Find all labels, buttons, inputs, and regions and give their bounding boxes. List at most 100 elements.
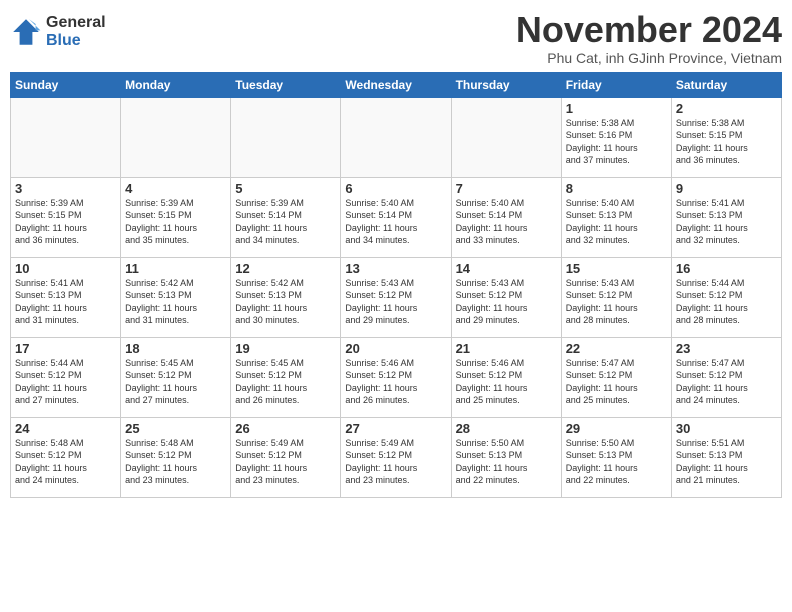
calendar-cell: 20Sunrise: 5:46 AM Sunset: 5:12 PM Dayli… (341, 337, 451, 417)
week-row-3: 17Sunrise: 5:44 AM Sunset: 5:12 PM Dayli… (11, 337, 782, 417)
day-info: Sunrise: 5:50 AM Sunset: 5:13 PM Dayligh… (566, 437, 667, 487)
day-number: 13 (345, 261, 446, 276)
calendar-cell: 11Sunrise: 5:42 AM Sunset: 5:13 PM Dayli… (121, 257, 231, 337)
month-title: November 2024 (516, 10, 782, 50)
calendar-cell: 14Sunrise: 5:43 AM Sunset: 5:12 PM Dayli… (451, 257, 561, 337)
day-info: Sunrise: 5:39 AM Sunset: 5:15 PM Dayligh… (125, 197, 226, 247)
location-subtitle: Phu Cat, inh GJinh Province, Vietnam (516, 50, 782, 66)
day-number: 30 (676, 421, 777, 436)
day-info: Sunrise: 5:40 AM Sunset: 5:13 PM Dayligh… (566, 197, 667, 247)
day-info: Sunrise: 5:47 AM Sunset: 5:12 PM Dayligh… (676, 357, 777, 407)
day-number: 1 (566, 101, 667, 116)
header-sunday: Sunday (11, 72, 121, 97)
day-info: Sunrise: 5:49 AM Sunset: 5:12 PM Dayligh… (345, 437, 446, 487)
calendar-cell: 18Sunrise: 5:45 AM Sunset: 5:12 PM Dayli… (121, 337, 231, 417)
calendar-cell (11, 97, 121, 177)
day-info: Sunrise: 5:46 AM Sunset: 5:12 PM Dayligh… (456, 357, 557, 407)
day-number: 14 (456, 261, 557, 276)
calendar-cell (451, 97, 561, 177)
calendar-cell: 5Sunrise: 5:39 AM Sunset: 5:14 PM Daylig… (231, 177, 341, 257)
day-number: 23 (676, 341, 777, 356)
calendar-cell: 30Sunrise: 5:51 AM Sunset: 5:13 PM Dayli… (671, 417, 781, 497)
day-info: Sunrise: 5:42 AM Sunset: 5:13 PM Dayligh… (125, 277, 226, 327)
calendar-cell: 10Sunrise: 5:41 AM Sunset: 5:13 PM Dayli… (11, 257, 121, 337)
day-info: Sunrise: 5:39 AM Sunset: 5:14 PM Dayligh… (235, 197, 336, 247)
calendar-cell (231, 97, 341, 177)
day-number: 28 (456, 421, 557, 436)
day-info: Sunrise: 5:43 AM Sunset: 5:12 PM Dayligh… (566, 277, 667, 327)
week-row-1: 3Sunrise: 5:39 AM Sunset: 5:15 PM Daylig… (11, 177, 782, 257)
day-info: Sunrise: 5:43 AM Sunset: 5:12 PM Dayligh… (345, 277, 446, 327)
header-saturday: Saturday (671, 72, 781, 97)
day-info: Sunrise: 5:41 AM Sunset: 5:13 PM Dayligh… (676, 197, 777, 247)
calendar-cell: 3Sunrise: 5:39 AM Sunset: 5:15 PM Daylig… (11, 177, 121, 257)
calendar-header-row: SundayMondayTuesdayWednesdayThursdayFrid… (11, 72, 782, 97)
day-number: 16 (676, 261, 777, 276)
page-header: General Blue November 2024 Phu Cat, inh … (10, 10, 782, 66)
calendar-cell: 26Sunrise: 5:49 AM Sunset: 5:12 PM Dayli… (231, 417, 341, 497)
calendar-cell: 17Sunrise: 5:44 AM Sunset: 5:12 PM Dayli… (11, 337, 121, 417)
title-block: November 2024 Phu Cat, inh GJinh Provinc… (516, 10, 782, 66)
calendar-cell (121, 97, 231, 177)
logo-icon (10, 16, 42, 48)
day-info: Sunrise: 5:45 AM Sunset: 5:12 PM Dayligh… (125, 357, 226, 407)
day-number: 27 (345, 421, 446, 436)
logo-blue-text: Blue (46, 32, 106, 50)
calendar-cell: 6Sunrise: 5:40 AM Sunset: 5:14 PM Daylig… (341, 177, 451, 257)
logo: General Blue (10, 14, 106, 49)
day-info: Sunrise: 5:46 AM Sunset: 5:12 PM Dayligh… (345, 357, 446, 407)
day-number: 22 (566, 341, 667, 356)
calendar-cell: 9Sunrise: 5:41 AM Sunset: 5:13 PM Daylig… (671, 177, 781, 257)
day-number: 4 (125, 181, 226, 196)
day-info: Sunrise: 5:49 AM Sunset: 5:12 PM Dayligh… (235, 437, 336, 487)
calendar-cell: 4Sunrise: 5:39 AM Sunset: 5:15 PM Daylig… (121, 177, 231, 257)
day-number: 3 (15, 181, 116, 196)
day-info: Sunrise: 5:47 AM Sunset: 5:12 PM Dayligh… (566, 357, 667, 407)
day-number: 17 (15, 341, 116, 356)
day-number: 18 (125, 341, 226, 356)
day-info: Sunrise: 5:40 AM Sunset: 5:14 PM Dayligh… (456, 197, 557, 247)
calendar-cell: 28Sunrise: 5:50 AM Sunset: 5:13 PM Dayli… (451, 417, 561, 497)
day-number: 10 (15, 261, 116, 276)
day-number: 9 (676, 181, 777, 196)
header-wednesday: Wednesday (341, 72, 451, 97)
calendar-cell: 21Sunrise: 5:46 AM Sunset: 5:12 PM Dayli… (451, 337, 561, 417)
week-row-0: 1Sunrise: 5:38 AM Sunset: 5:16 PM Daylig… (11, 97, 782, 177)
day-info: Sunrise: 5:38 AM Sunset: 5:15 PM Dayligh… (676, 117, 777, 167)
day-number: 5 (235, 181, 336, 196)
calendar-cell: 12Sunrise: 5:42 AM Sunset: 5:13 PM Dayli… (231, 257, 341, 337)
day-number: 21 (456, 341, 557, 356)
day-info: Sunrise: 5:51 AM Sunset: 5:13 PM Dayligh… (676, 437, 777, 487)
calendar-cell: 24Sunrise: 5:48 AM Sunset: 5:12 PM Dayli… (11, 417, 121, 497)
day-number: 6 (345, 181, 446, 196)
calendar-cell: 25Sunrise: 5:48 AM Sunset: 5:12 PM Dayli… (121, 417, 231, 497)
day-info: Sunrise: 5:40 AM Sunset: 5:14 PM Dayligh… (345, 197, 446, 247)
day-number: 7 (456, 181, 557, 196)
day-number: 12 (235, 261, 336, 276)
day-number: 2 (676, 101, 777, 116)
day-info: Sunrise: 5:50 AM Sunset: 5:13 PM Dayligh… (456, 437, 557, 487)
day-number: 25 (125, 421, 226, 436)
calendar-cell: 15Sunrise: 5:43 AM Sunset: 5:12 PM Dayli… (561, 257, 671, 337)
calendar-cell: 8Sunrise: 5:40 AM Sunset: 5:13 PM Daylig… (561, 177, 671, 257)
calendar-cell: 2Sunrise: 5:38 AM Sunset: 5:15 PM Daylig… (671, 97, 781, 177)
day-number: 26 (235, 421, 336, 436)
day-info: Sunrise: 5:39 AM Sunset: 5:15 PM Dayligh… (15, 197, 116, 247)
calendar-cell: 29Sunrise: 5:50 AM Sunset: 5:13 PM Dayli… (561, 417, 671, 497)
day-number: 20 (345, 341, 446, 356)
day-info: Sunrise: 5:44 AM Sunset: 5:12 PM Dayligh… (676, 277, 777, 327)
day-number: 29 (566, 421, 667, 436)
day-info: Sunrise: 5:48 AM Sunset: 5:12 PM Dayligh… (15, 437, 116, 487)
day-info: Sunrise: 5:45 AM Sunset: 5:12 PM Dayligh… (235, 357, 336, 407)
day-number: 15 (566, 261, 667, 276)
header-thursday: Thursday (451, 72, 561, 97)
calendar-cell: 7Sunrise: 5:40 AM Sunset: 5:14 PM Daylig… (451, 177, 561, 257)
day-info: Sunrise: 5:41 AM Sunset: 5:13 PM Dayligh… (15, 277, 116, 327)
logo-general-text: General (46, 14, 106, 32)
header-friday: Friday (561, 72, 671, 97)
day-number: 11 (125, 261, 226, 276)
day-info: Sunrise: 5:38 AM Sunset: 5:16 PM Dayligh… (566, 117, 667, 167)
header-tuesday: Tuesday (231, 72, 341, 97)
calendar-cell: 23Sunrise: 5:47 AM Sunset: 5:12 PM Dayli… (671, 337, 781, 417)
calendar-cell: 22Sunrise: 5:47 AM Sunset: 5:12 PM Dayli… (561, 337, 671, 417)
